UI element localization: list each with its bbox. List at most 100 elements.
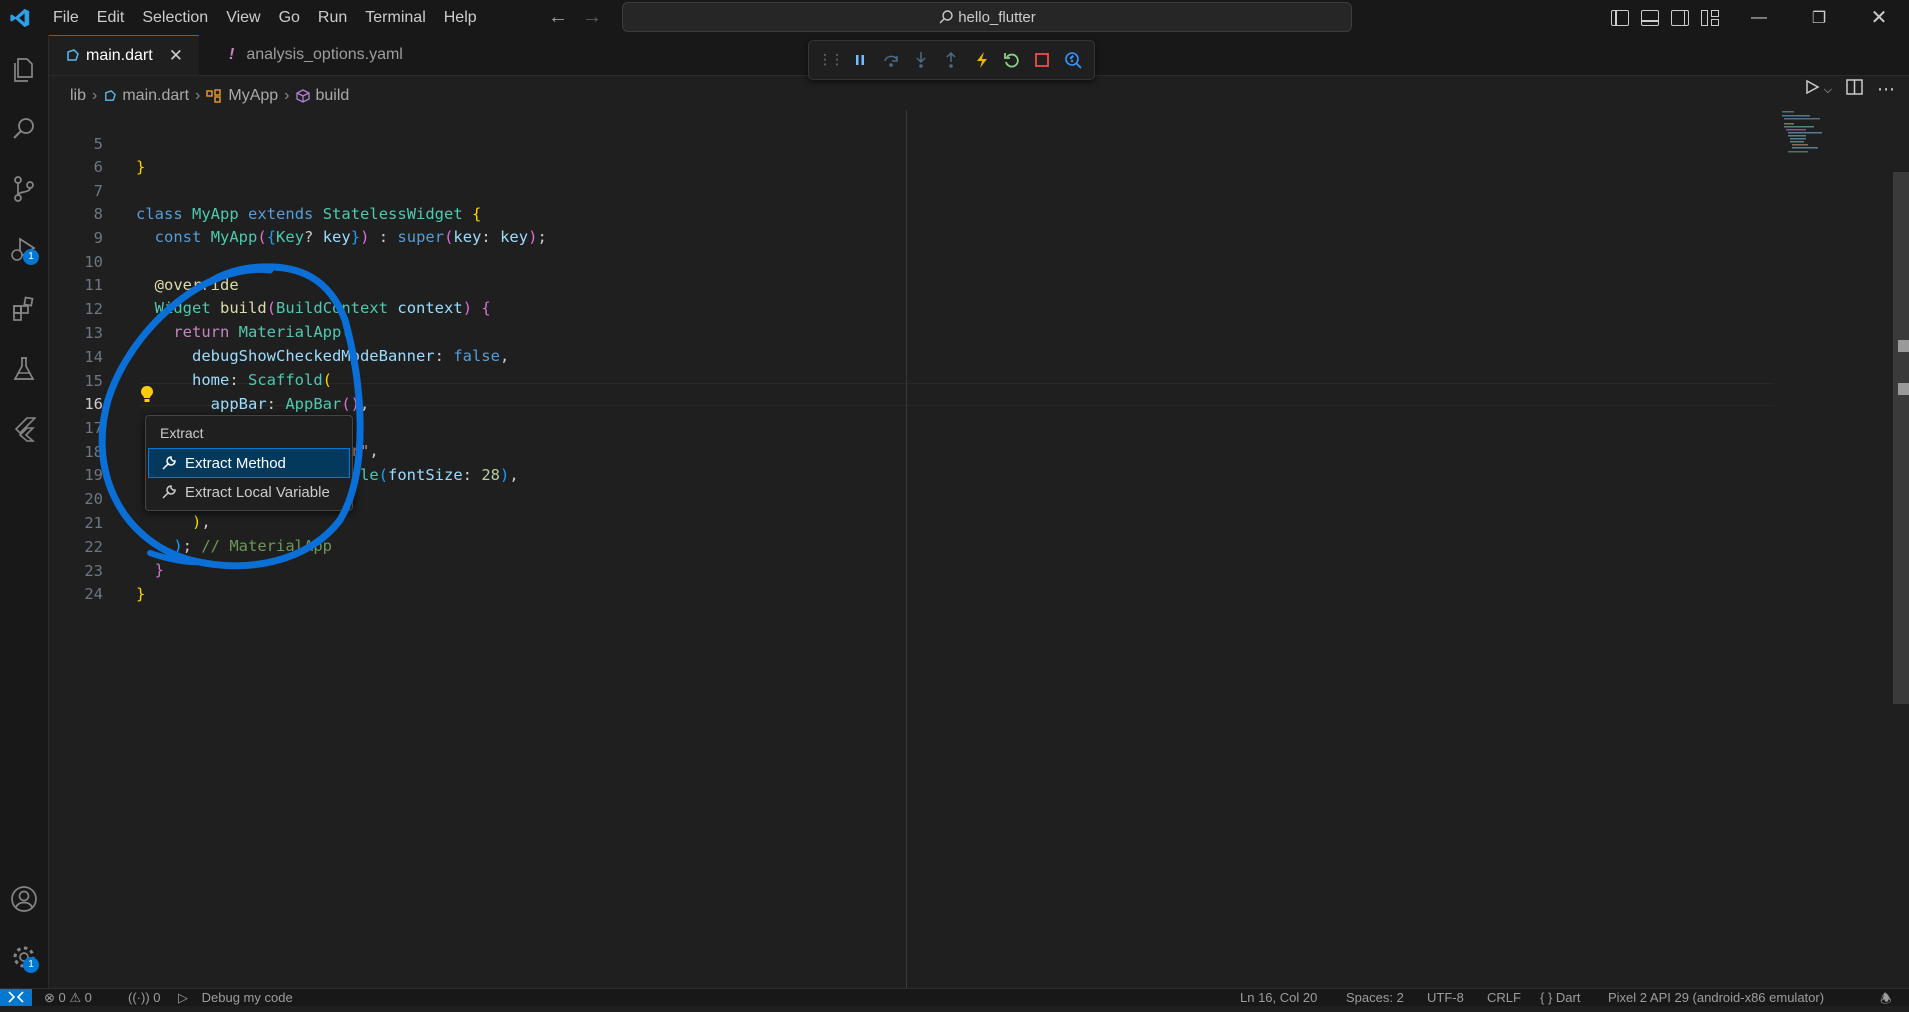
language-label: Dart <box>1555 990 1581 1005</box>
device-selector[interactable]: Pixel 2 API 29 (android-x86 emulator) <box>1608 990 1824 1005</box>
error-icon: ⊗ <box>44 990 55 1005</box>
activity-bar: 1 1 <box>0 35 49 988</box>
hot-reload-icon[interactable] <box>971 49 993 71</box>
tab-analysis-options[interactable]: ! analysis_options.yaml <box>209 35 469 75</box>
toggle-secondary-sidebar-icon[interactable] <box>1671 9 1689 26</box>
code-line: 15 appBar: AppBar(), <box>49 347 1909 413</box>
command-center-search[interactable]: hello_flutter <box>622 2 1352 32</box>
code-line: 6 <box>49 133 1909 176</box>
menu-selection[interactable]: Selection <box>133 9 217 27</box>
pause-icon[interactable] <box>849 49 871 71</box>
menu-file[interactable]: File <box>44 9 88 27</box>
warning-count: 0 <box>84 990 92 1005</box>
remote-indicator[interactable] <box>0 989 32 1006</box>
run-debug-badge: 1 <box>23 249 39 265</box>
toggle-panel-icon[interactable] <box>1641 9 1659 26</box>
settings-badge: 1 <box>23 957 39 973</box>
debug-label: Debug my code <box>201 990 293 1005</box>
command-center-label: hello_flutter <box>958 8 1036 26</box>
code-line: 22 } <box>49 513 1909 579</box>
scrollbar-marker <box>1898 383 1909 395</box>
stop-icon[interactable] <box>1031 49 1053 71</box>
debug-icon: ▷ <box>178 990 188 1005</box>
error-count: 0 <box>58 990 66 1005</box>
search-icon <box>939 10 953 24</box>
code-line: 8 const MyApp({Key? key}) : super(key: k… <box>49 180 1909 246</box>
menu-go[interactable]: Go <box>270 9 309 27</box>
step-over-icon[interactable] <box>880 49 902 71</box>
run-dropdown-chevron-icon[interactable]: ⌵ <box>1824 83 1832 97</box>
notifications-bell-icon[interactable]: 🕭 <box>1880 990 1892 1012</box>
code-line: 17 "hello flutter", <box>49 394 1909 460</box>
code-line: 5 } <box>49 110 1909 176</box>
menu-view[interactable]: View <box>217 9 269 27</box>
manage-gear-icon[interactable]: 1 <box>0 933 48 981</box>
source-control-icon[interactable] <box>0 165 48 213</box>
code-line: 24 <box>49 560 1909 603</box>
step-into-icon[interactable] <box>910 49 932 71</box>
step-out-icon[interactable] <box>940 49 962 71</box>
language-mode[interactable]: { } Dart <box>1540 990 1580 1005</box>
title-bar: File Edit Selection View Go Run Terminal… <box>0 0 1909 35</box>
scrollbar-marker <box>1898 340 1909 352</box>
run-debug-icon[interactable]: 1 <box>0 225 48 273</box>
extract-method-item[interactable]: Extract Method <box>148 448 350 478</box>
code-line: 12 return MaterialApp( <box>49 275 1909 341</box>
close-tab-icon[interactable]: ✕ <box>169 46 183 66</box>
back-arrow-icon[interactable]: ← <box>548 6 568 29</box>
encoding[interactable]: UTF-8 <box>1427 990 1464 1005</box>
broadcast-icon: ((·)) <box>128 990 150 1005</box>
menu-run[interactable]: Run <box>309 9 356 27</box>
indentation[interactable]: Spaces: 2 <box>1346 990 1404 1005</box>
ports-indicator[interactable]: ((·)) 0 <box>128 990 161 1005</box>
close-window-button[interactable]: ✕ <box>1849 5 1909 30</box>
code-line: 23 } <box>49 537 1909 603</box>
code-editor[interactable]: 4 runApp(MyApp()); 5 } 6 7 class MyApp e… <box>49 110 1909 988</box>
tab-label: main.dart <box>86 46 153 64</box>
debug-launch-indicator[interactable]: ▷ Debug my code <box>178 990 293 1006</box>
line-endings[interactable]: CRLF <box>1487 990 1521 1005</box>
problems-indicator[interactable]: ⊗ 0 ⚠ 0 <box>44 990 92 1006</box>
wrench-icon <box>162 456 176 470</box>
cursor-position[interactable]: Ln 16, Col 20 <box>1240 990 1317 1005</box>
code-line: 7 class MyApp extends StatelessWidget { <box>49 157 1909 223</box>
accounts-icon[interactable] <box>0 875 48 923</box>
extensions-icon[interactable] <box>0 285 48 333</box>
wrench-icon <box>162 485 176 499</box>
menu-item-label: Extract Method <box>185 454 286 472</box>
menu-edit[interactable]: Edit <box>88 9 134 27</box>
code-line: 13 debugShowCheckedModeBanner: false, <box>49 299 1909 365</box>
forward-arrow-icon[interactable]: → <box>582 6 602 29</box>
vertical-scrollbar[interactable] <box>1893 172 1909 704</box>
restart-icon[interactable] <box>1001 49 1023 71</box>
menu-item-label: Extract Local Variable <box>185 483 330 501</box>
extract-local-variable-item[interactable]: Extract Local Variable <box>149 478 349 506</box>
tab-main-dart[interactable]: main.dart ✕ <box>49 35 199 75</box>
code-line: 11 Widget build(BuildContext context) { <box>49 251 1909 317</box>
code-line: 10 @override <box>49 228 1909 294</box>
run-icon[interactable] <box>1804 79 1820 100</box>
menu-terminal[interactable]: Terminal <box>356 9 434 27</box>
flutter-inspector-icon[interactable] <box>1062 49 1084 71</box>
search-icon[interactable] <box>0 105 48 153</box>
flutter-icon[interactable] <box>0 405 48 453</box>
ports-count: 0 <box>153 990 161 1005</box>
yaml-warning-icon: ! <box>229 46 235 63</box>
toggle-primary-sidebar-icon[interactable] <box>1611 9 1629 26</box>
dart-file-icon <box>67 48 79 61</box>
minimize-button[interactable]: — <box>1729 9 1789 27</box>
minimap[interactable] <box>1780 110 1830 155</box>
code-line: 14 home: Scaffold( <box>49 323 1909 389</box>
tab-label: analysis_options.yaml <box>246 46 403 63</box>
customize-layout-icon[interactable] <box>1701 9 1719 26</box>
more-actions-icon[interactable]: ⋯ <box>1877 79 1895 100</box>
code-action-menu: Extract Extract Method Extract Local Var… <box>145 415 353 511</box>
restore-button[interactable]: ❐ <box>1789 8 1849 28</box>
explorer-icon[interactable] <box>0 45 48 93</box>
lightbulb-icon[interactable] <box>140 385 154 407</box>
menu-help[interactable]: Help <box>435 9 486 27</box>
line-number: 24 <box>84 585 103 603</box>
drag-handle-icon[interactable]: ⋮⋮ <box>818 49 844 71</box>
testing-icon[interactable] <box>0 345 48 393</box>
split-editor-icon[interactable] <box>1846 79 1863 100</box>
